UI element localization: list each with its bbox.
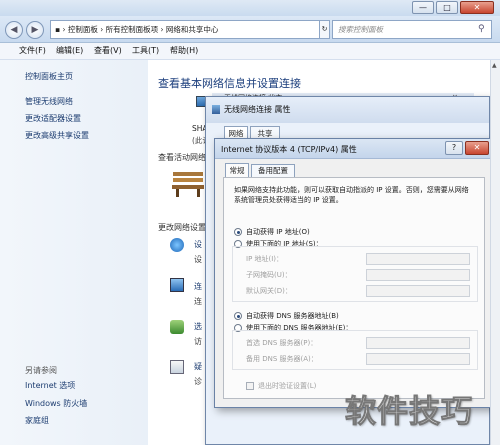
see-also-homegroup[interactable]: 家庭组 — [25, 416, 49, 426]
menu-help[interactable]: 帮助(H) — [170, 45, 198, 57]
close-button[interactable]: ✕ — [460, 1, 494, 14]
ip-address-field[interactable] — [366, 253, 470, 265]
tab-alternate-config[interactable]: 备用配置 — [251, 164, 295, 177]
task-connect-link[interactable]: 连 — [194, 282, 202, 292]
task-homegroup-desc: 访 — [194, 337, 202, 346]
back-arrow-icon: ◀ — [10, 25, 18, 35]
subnet-mask-label: 子网掩码(U)： — [246, 271, 292, 279]
dialog1-title: 无线网络连接 属性 — [224, 105, 291, 114]
validate-label: 退出时验证设置(L) — [258, 382, 317, 390]
dialog2-close-button[interactable]: ✕ — [465, 141, 489, 155]
menu-bar: 文件(F) 编辑(E) 查看(V) 工具(T) 帮助(H) — [0, 43, 500, 60]
dialog2-titlebar: Internet 协议版本 4 (TCP/IPv4) 属性 ? ✕ — [215, 139, 493, 159]
description-text: 如果网络支持此功能，则可以获取自动指派的 IP 设置。否则，您需要从网络系统管理… — [234, 186, 469, 204]
alternate-dns-field[interactable] — [366, 353, 470, 365]
title-bar: — □ ✕ — [0, 0, 500, 16]
dialog2-title: Internet 协议版本 4 (TCP/IPv4) 属性 — [221, 145, 357, 154]
general-tab-panel: 如果网络支持此功能，则可以获取自动指派的 IP 设置。否则，您需要从网络系统管理… — [223, 177, 485, 399]
network-adapter-icon — [212, 105, 220, 114]
task-troubleshoot-desc: 诊 — [194, 377, 202, 386]
menu-edit[interactable]: 编辑(E) — [56, 45, 83, 57]
watermark-text: 软件技巧 — [345, 394, 473, 431]
forward-button[interactable]: ▶ — [26, 21, 44, 39]
troubleshoot-icon — [170, 360, 184, 374]
task-setup-desc: 设 — [194, 255, 202, 264]
task-connect-desc: 连 — [194, 297, 202, 306]
preferred-dns-field[interactable] — [366, 337, 470, 349]
default-gateway-field[interactable] — [366, 285, 470, 297]
help-button[interactable]: ? — [445, 141, 463, 155]
search-icon: ⚲ — [478, 24, 485, 34]
address-bar[interactable]: ▪ › 控制面板 › 所有控制面板项 › 网络和共享中心 — [50, 20, 320, 39]
search-input[interactable]: 搜索控制面板 — [332, 20, 492, 39]
page-title: 查看基本网络信息并设置连接 — [158, 77, 301, 90]
refresh-button[interactable]: ↻ — [320, 20, 330, 39]
validate-checkbox[interactable] — [246, 382, 254, 390]
auto-dns-label: 自动获得 DNS 服务器地址(B) — [246, 312, 339, 320]
menu-tools[interactable]: 工具(T) — [132, 45, 159, 57]
maximize-button[interactable]: □ — [436, 1, 458, 14]
homegroup-icon — [170, 320, 184, 334]
see-also-heading: 另请参阅 — [25, 366, 57, 375]
sidebar-item-home[interactable]: 控制面板主页 — [25, 72, 73, 82]
back-button[interactable]: ◀ — [5, 21, 23, 39]
preferred-dns-label: 首选 DNS 服务器(P)： — [246, 339, 318, 347]
dialog1-titlebar: 无线网络连接 属性 — [206, 97, 489, 123]
scroll-up-icon: ▲ — [492, 62, 497, 69]
see-also-internet-options[interactable]: Internet 选项 — [25, 381, 75, 391]
change-settings-heading: 更改网络设置 — [158, 223, 206, 232]
task-setup-link[interactable]: 设 — [194, 240, 202, 250]
menu-file[interactable]: 文件(F) — [19, 45, 46, 57]
task-homegroup-link[interactable]: 选 — [194, 322, 202, 332]
sidebar-item-manage-wireless[interactable]: 管理无线网络 — [25, 97, 73, 107]
address-toolbar: ◀ ▶ ▪ › 控制面板 › 所有控制面板项 › 网络和共享中心 ↻ 搜索控制面… — [0, 16, 500, 43]
task-troubleshoot-link[interactable]: 疑 — [194, 362, 202, 372]
connect-network-icon — [170, 278, 184, 292]
subnet-mask-field[interactable] — [366, 269, 470, 281]
see-also-firewall[interactable]: Windows 防火墙 — [25, 399, 87, 409]
public-network-bench-icon — [170, 168, 206, 198]
auto-ip-radio[interactable] — [234, 228, 242, 236]
ipv4-properties-dialog: Internet 协议版本 4 (TCP/IPv4) 属性 ? ✕ 常规 备用配… — [214, 138, 494, 408]
setup-connection-icon — [170, 238, 184, 252]
alternate-dns-label: 备用 DNS 服务器(A)： — [246, 355, 318, 363]
sidebar-item-adapter-settings[interactable]: 更改适配器设置 — [25, 114, 81, 124]
minimize-button[interactable]: — — [412, 1, 434, 14]
task-pane: 控制面板主页 管理无线网络 更改适配器设置 更改高级共享设置 另请参阅 Inte… — [0, 60, 148, 445]
ip-address-label: IP 地址(I)： — [246, 255, 284, 263]
active-networks-heading: 查看活动网络 — [158, 153, 206, 162]
auto-ip-label: 自动获得 IP 地址(O) — [246, 228, 310, 236]
menu-view[interactable]: 查看(V) — [94, 45, 122, 57]
sidebar-item-sharing-settings[interactable]: 更改高级共享设置 — [25, 131, 89, 141]
default-gateway-label: 默认网关(D)： — [246, 287, 292, 295]
refresh-icon: ↻ — [321, 25, 328, 33]
forward-arrow-icon: ▶ — [31, 25, 39, 35]
auto-dns-radio[interactable] — [234, 312, 242, 320]
tab-general[interactable]: 常规 — [225, 163, 249, 178]
